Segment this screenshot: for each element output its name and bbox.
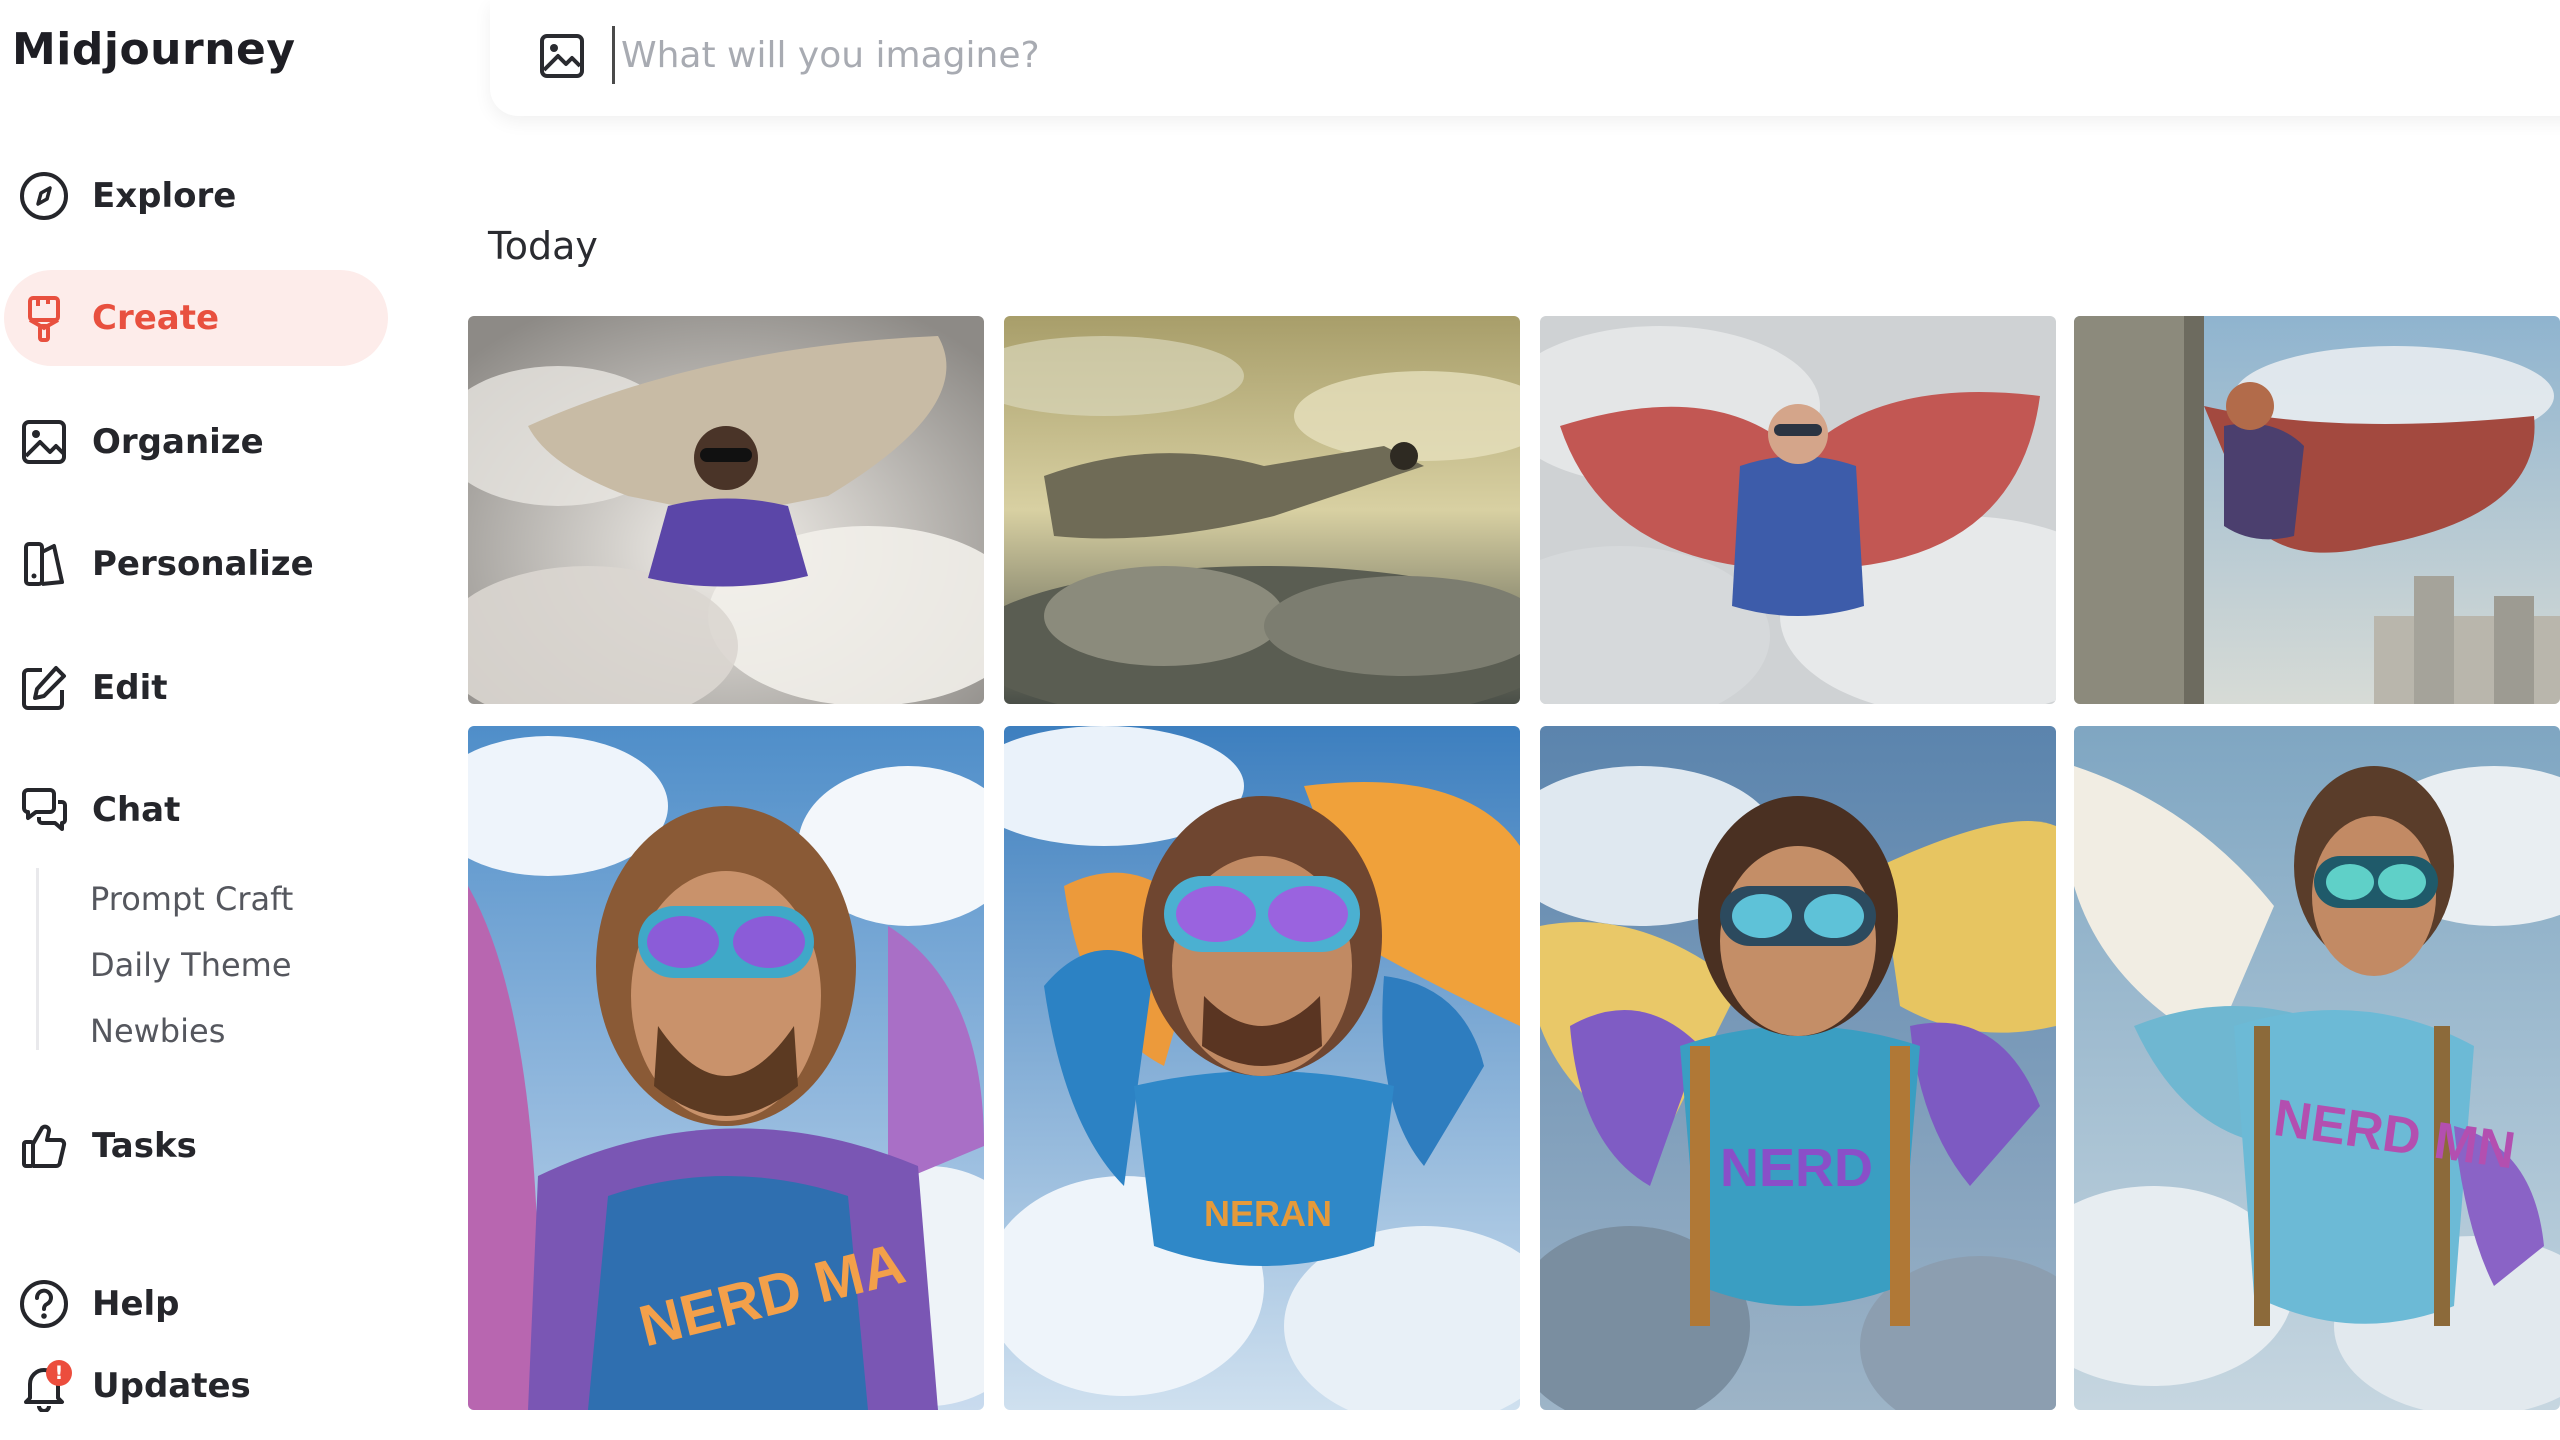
sidebar-item-label: Chat — [92, 790, 181, 830]
image-icon — [16, 414, 72, 470]
help-icon — [16, 1276, 72, 1332]
compass-icon — [16, 168, 72, 224]
chat-icon — [16, 782, 72, 838]
prompt-input[interactable] — [612, 26, 2423, 84]
brush-icon — [16, 290, 72, 346]
notification-badge: ! — [46, 1360, 72, 1386]
gallery-image[interactable]: NERD MN — [2074, 726, 2560, 1410]
sidebar-item-label: Personalize — [92, 544, 314, 584]
gallery-image[interactable]: NERAN — [1004, 726, 1520, 1410]
gallery-image[interactable]: NERD MA — [468, 726, 984, 1410]
gallery-image[interactable]: NERD — [1540, 726, 2056, 1410]
sidebar-item-label: Edit — [92, 668, 168, 708]
sidebar-item-label: Create — [92, 298, 220, 338]
section-title-today: Today — [488, 224, 598, 268]
edit-icon — [16, 660, 72, 716]
chat-room-newbies[interactable]: Newbies — [90, 1012, 225, 1050]
personalize-icon — [16, 536, 72, 592]
gallery-image[interactable] — [1004, 316, 1520, 704]
sidebar-item-tasks[interactable]: Tasks — [4, 1098, 388, 1194]
sidebar-item-updates[interactable]: Updates — [4, 1338, 388, 1434]
sidebar-item-create[interactable]: Create — [4, 270, 388, 366]
brand-logo[interactable]: Midjourney — [12, 24, 296, 75]
gallery-image[interactable] — [1540, 316, 2056, 704]
sidebar: Midjourney Explore Create Organize Perso… — [0, 0, 420, 1440]
prompt-bar — [490, 0, 2560, 116]
sidebar-item-organize[interactable]: Organize — [4, 394, 388, 490]
sidebar-item-label: Tasks — [92, 1126, 197, 1166]
app-window: Midjourney Explore Create Organize Perso… — [0, 0, 2560, 1440]
gallery-image[interactable] — [468, 316, 984, 704]
sidebar-item-label: Organize — [92, 422, 264, 462]
svg-text:NERAN: NERAN — [1204, 1193, 1332, 1234]
thumbs-up-icon — [16, 1118, 72, 1174]
sidebar-item-label: Updates — [92, 1366, 251, 1406]
sidebar-item-chat[interactable]: Chat — [4, 762, 388, 858]
sidebar-item-explore[interactable]: Explore — [4, 148, 388, 244]
svg-text:NERD: NERD — [1720, 1138, 1873, 1198]
sidebar-item-label: Explore — [92, 176, 237, 216]
chat-room-prompt-craft[interactable]: Prompt Craft — [90, 880, 293, 918]
image-upload-icon[interactable] — [532, 26, 592, 86]
gallery-image[interactable] — [2074, 316, 2560, 704]
chat-room-daily-theme[interactable]: Daily Theme — [90, 946, 292, 984]
sidebar-item-edit[interactable]: Edit — [4, 640, 388, 736]
sidebar-item-label: Help — [92, 1284, 180, 1324]
sidebar-item-personalize[interactable]: Personalize — [4, 516, 388, 612]
chat-rooms-rail — [36, 868, 39, 1050]
